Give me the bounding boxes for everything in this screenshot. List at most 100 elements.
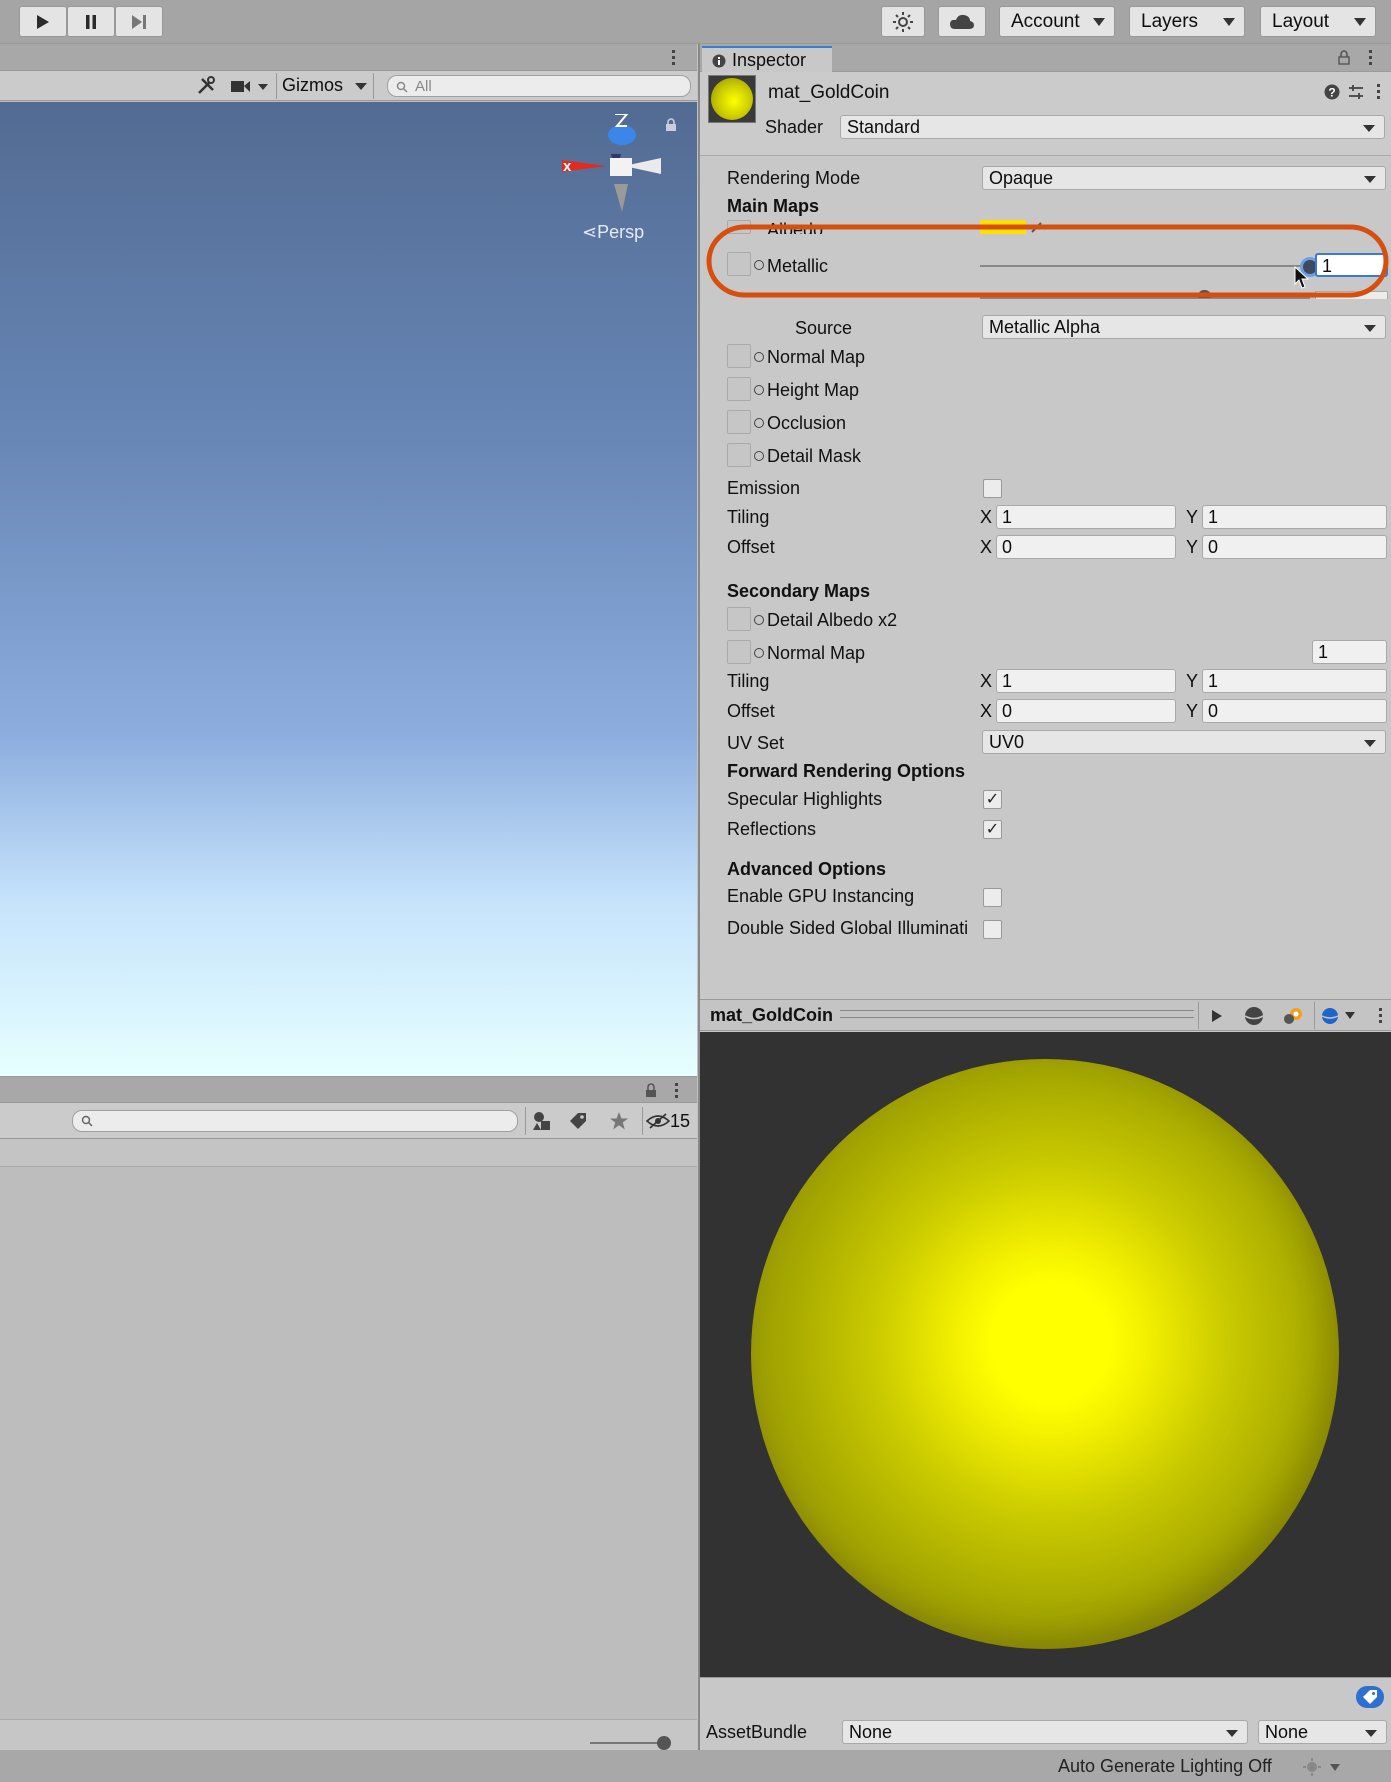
zoom-slider-thumb[interactable] [657, 1736, 671, 1750]
rendering-mode-dropdown[interactable]: Opaque [982, 166, 1386, 190]
smoothness-value-field[interactable] [1315, 291, 1388, 299]
offset-x-label: X [980, 537, 993, 557]
favorites-button[interactable] [603, 1107, 635, 1135]
normal-map-slot[interactable] [727, 344, 751, 368]
gizmos-dropdown[interactable]: Gizmos [276, 73, 374, 99]
texture-picker-icon[interactable] [754, 260, 764, 270]
help-icon[interactable]: ? [1324, 84, 1340, 100]
camera-dropdown[interactable] [230, 77, 272, 97]
uv-set-dropdown[interactable]: UV0 [982, 730, 1386, 754]
secondary-normal-map-slot[interactable] [727, 640, 751, 664]
lock-icon[interactable] [665, 118, 677, 132]
inspector-tab-bar: Inspector [700, 44, 1391, 73]
scene-viewport[interactable]: x ⋖Persp [0, 102, 697, 1076]
lock-icon[interactable] [645, 1083, 657, 1098]
occlusion-slot[interactable] [727, 410, 751, 434]
filter-by-label-button[interactable] [562, 1107, 594, 1135]
preview-title: mat_GoldCoin [710, 1005, 834, 1025]
material-preview[interactable] [700, 1032, 1391, 1677]
texture-picker-icon[interactable] [754, 418, 764, 428]
tiling-x-label: X [980, 507, 993, 527]
more-options-icon[interactable] [1379, 1008, 1383, 1023]
scene-search-input[interactable]: All [387, 75, 691, 97]
metallic-slider-track[interactable] [980, 265, 1310, 267]
texture-picker-icon[interactable] [754, 352, 764, 362]
filter-by-type-button[interactable] [525, 1107, 557, 1135]
texture-picker-icon[interactable] [754, 385, 764, 395]
asset-bundle-dropdown[interactable]: None [842, 1720, 1248, 1744]
shader-dropdown[interactable]: Standard [840, 115, 1385, 139]
star-icon [610, 1112, 628, 1130]
texture-picker-icon[interactable] [754, 615, 764, 625]
albedo-texture-slot[interactable] [727, 220, 751, 234]
more-options-icon[interactable] [675, 1083, 679, 1098]
asset-variant-dropdown[interactable]: None [1258, 1720, 1387, 1744]
account-dropdown[interactable]: Account [999, 6, 1115, 37]
preview-play-button[interactable] [1198, 1002, 1234, 1029]
tools-button[interactable] [192, 74, 220, 98]
emission-checkbox[interactable] [983, 479, 1002, 498]
tiling-y-field[interactable]: 1 [1202, 505, 1387, 529]
zoom-slider-track[interactable] [590, 1742, 658, 1744]
step-icon [132, 14, 146, 29]
preview-mesh-button[interactable] [1236, 1002, 1272, 1029]
gpu-instancing-checkbox[interactable] [983, 888, 1002, 907]
offset-y-field[interactable]: 0 [1202, 535, 1387, 559]
preview-light-button[interactable] [1275, 1002, 1311, 1029]
status-bar: Auto Generate Lighting Off [0, 1750, 1391, 1782]
chevron-down-icon[interactable] [1330, 1764, 1340, 1771]
metallic-texture-slot[interactable] [727, 252, 751, 276]
offset2-y-field[interactable]: 0 [1202, 699, 1387, 723]
secondary-normal-scale-field[interactable]: 1 [1312, 640, 1387, 664]
more-options-icon[interactable] [672, 50, 676, 66]
detail-albedo-slot[interactable] [727, 607, 751, 631]
more-options-icon[interactable] [1369, 50, 1373, 65]
secondary-maps-heading: Secondary Maps [727, 581, 871, 601]
lighting-settings-icon[interactable] [1302, 1758, 1322, 1776]
texture-picker-icon[interactable] [754, 451, 764, 461]
offset-label: Offset [727, 537, 775, 557]
specular-highlights-checkbox[interactable]: ✓ [983, 790, 1002, 809]
layers-dropdown[interactable]: Layers [1129, 6, 1245, 37]
layout-dropdown[interactable]: Layout [1260, 6, 1376, 37]
tiling2-y-field[interactable]: 1 [1202, 669, 1387, 693]
smoothness-slider-thumb[interactable] [1198, 290, 1212, 298]
services-button[interactable] [881, 6, 925, 37]
pause-button[interactable] [67, 6, 115, 37]
preset-sliders-icon[interactable] [1348, 84, 1364, 100]
cloud-icon [950, 14, 974, 29]
play-button[interactable] [19, 6, 67, 37]
offset2-x-field[interactable]: 0 [996, 699, 1176, 723]
uv-set-label: UV Set [727, 733, 785, 753]
double-sided-gi-checkbox[interactable] [983, 920, 1002, 939]
tiling2-x-field[interactable]: 1 [996, 669, 1176, 693]
preview-drag-handle[interactable] [840, 1010, 1194, 1018]
offset-x-field[interactable]: 0 [996, 535, 1176, 559]
persp-label[interactable]: ⋖Persp [582, 222, 644, 243]
secondary-normal-map-label: Normal Map [767, 643, 866, 663]
hidden-count: 15 [670, 1110, 691, 1131]
preview-mesh-dropdown[interactable] [1314, 1002, 1360, 1029]
project-search-input[interactable] [72, 1110, 518, 1132]
step-button[interactable] [115, 6, 163, 37]
smoothness-slider-track[interactable] [980, 297, 1310, 299]
pause-icon [86, 14, 96, 29]
tab-inspector[interactable]: Inspector [702, 46, 832, 73]
hidden-packages-button[interactable]: 15 [642, 1107, 697, 1135]
metallic-value-field[interactable]: 1 [1315, 253, 1388, 277]
lock-icon[interactable] [1338, 50, 1350, 65]
detail-mask-slot[interactable] [727, 443, 751, 467]
material-thumbnail[interactable] [708, 75, 756, 123]
rendering-mode-label: Rendering Mode [727, 168, 861, 188]
asset-labels-button[interactable] [1356, 1686, 1384, 1708]
albedo-color-swatch[interactable] [980, 220, 1026, 234]
eyedropper-icon[interactable] [1030, 220, 1044, 234]
source-dropdown[interactable]: Metallic Alpha [982, 315, 1386, 339]
context-menu-icon[interactable] [1377, 84, 1381, 99]
reflections-checkbox[interactable]: ✓ [983, 820, 1002, 839]
tiling-x-field[interactable]: 1 [996, 505, 1176, 529]
cloud-button[interactable] [938, 6, 986, 37]
height-map-slot[interactable] [727, 377, 751, 401]
orientation-gizmo[interactable] [556, 114, 674, 214]
texture-picker-icon[interactable] [754, 648, 764, 658]
